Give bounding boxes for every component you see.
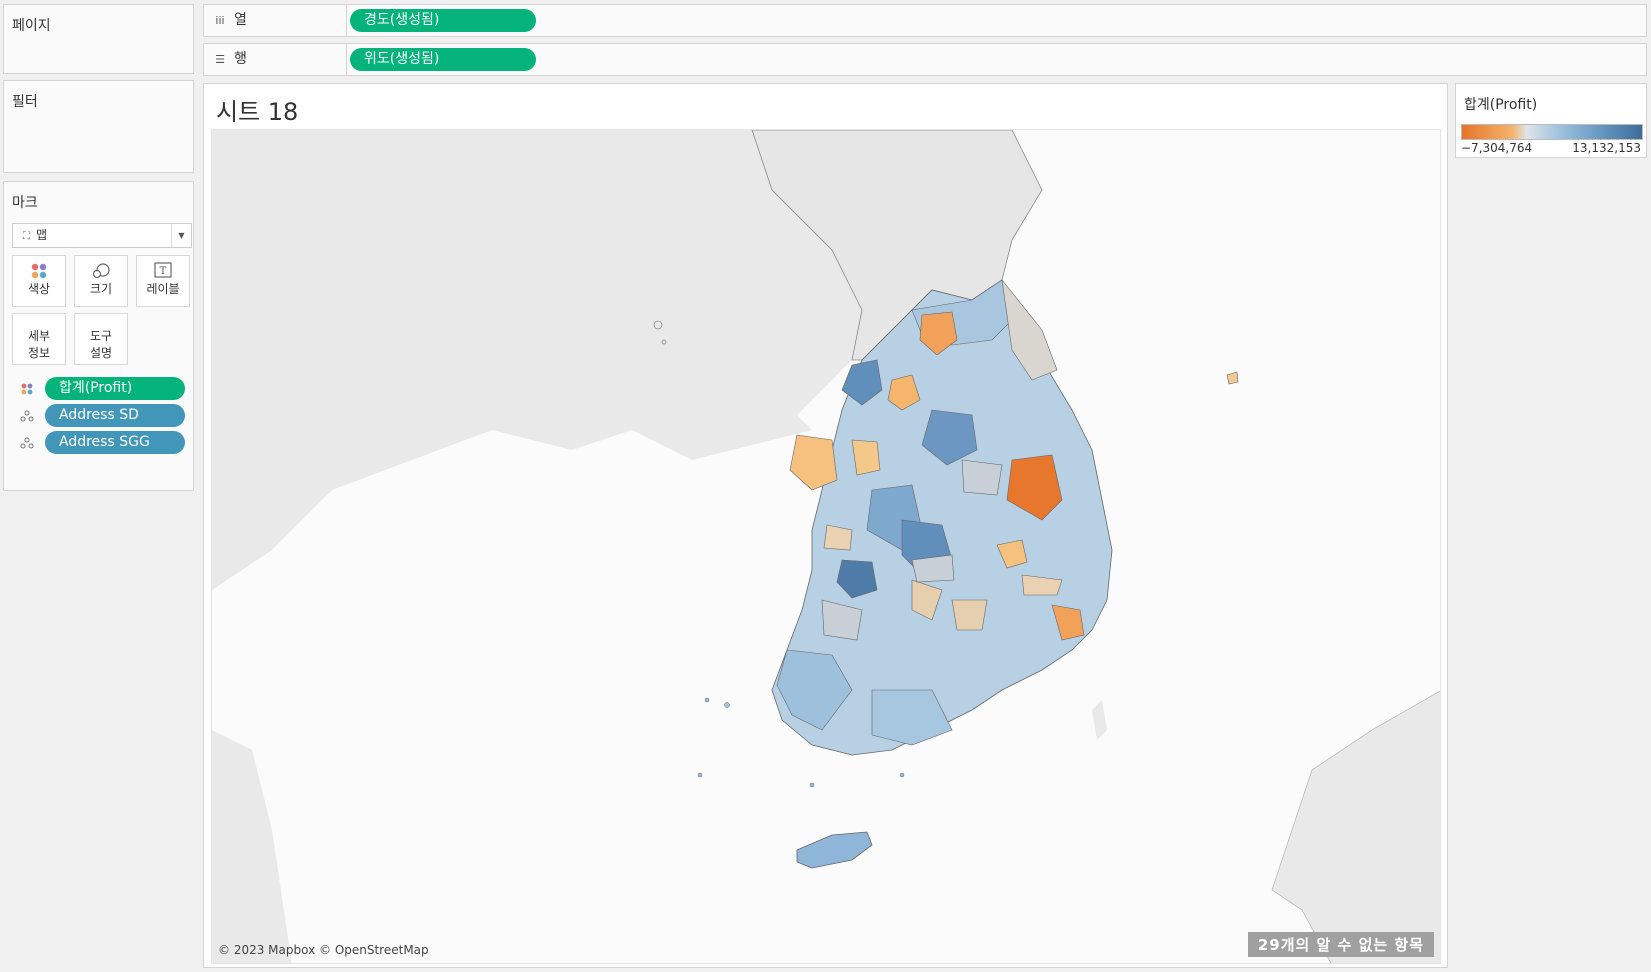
color-button[interactable]: 색상 [12, 255, 66, 307]
detail-button-label-1: 세부 [27, 329, 51, 343]
field-pill-profit[interactable]: 합계(Profit) [45, 377, 185, 400]
detail-dots-icon [20, 437, 34, 449]
unknown-items-indicator[interactable]: 29개의 알 수 없는 항목 [1247, 932, 1434, 957]
map-canvas[interactable]: © 2023 Mapbox © OpenStreetMap 29개의 알 수 없… [211, 129, 1441, 964]
label-button-label: 레이블 [146, 282, 180, 296]
legend-color-ramp [1461, 124, 1643, 140]
detail-button[interactable]: 세부 정보 [12, 313, 66, 365]
filters-card-title: 필터 [12, 94, 38, 110]
columns-shelf[interactable]: iii 열 경도(생성됨) [203, 4, 1647, 37]
marks-card: 마크 ⛶ 맵 ▼ 색상 크기 T 레이블 세부 정보 도구 설명 합계(Profi… [3, 181, 194, 491]
south-island-3 [899, 772, 905, 778]
text-label-icon: T [137, 256, 189, 280]
field-pill-address-sgg[interactable]: Address SGG [45, 431, 185, 454]
columns-icon: iii [215, 14, 225, 27]
columns-pill-longitude[interactable]: 경도(생성됨) [350, 9, 536, 32]
size-button-label: 크기 [89, 282, 113, 296]
mark-type-dropdown[interactable]: ⛶ 맵 ▼ [12, 223, 192, 248]
west-island-2 [661, 339, 667, 345]
south-island-4 [724, 702, 730, 708]
columns-label-text: 열 [234, 12, 247, 28]
legend-title: 합계(Profit) [1464, 97, 1538, 113]
columns-shelf-label: iii 열 [204, 5, 347, 36]
south-island-2 [809, 782, 815, 788]
chevron-down-icon[interactable]: ▼ [171, 224, 191, 247]
pages-card-title: 페이지 [12, 18, 51, 34]
tooltip-button-label-2: 설명 [89, 346, 113, 360]
svg-text:T: T [160, 266, 167, 277]
field-pill-address-sd[interactable]: Address SD [45, 404, 185, 427]
region-gray-1 [961, 459, 1003, 496]
region-chungnam-center [851, 439, 881, 476]
size-circles-icon [75, 256, 127, 280]
tsushima-island [1092, 700, 1107, 740]
label-button[interactable]: T 레이블 [136, 255, 190, 307]
map-mark-icon: ⛶ [23, 231, 30, 242]
china-landmass [212, 130, 862, 590]
china-landmass-south [212, 730, 292, 963]
region-south-beige-2 [951, 599, 988, 631]
region-chungnam-west [789, 434, 838, 491]
rows-shelf[interactable]: ☰ 행 위도(생성됨) [203, 43, 1647, 76]
japan-landmass [1271, 690, 1440, 963]
marks-card-title: 마크 [12, 195, 38, 211]
jeju-island [796, 831, 873, 869]
filters-card[interactable]: 필터 [3, 80, 194, 173]
tooltip-button-label-1: 도구 [89, 329, 113, 343]
map-svg [212, 130, 1440, 963]
map-attribution[interactable]: © 2023 Mapbox © OpenStreetMap [218, 943, 429, 957]
pages-card[interactable]: 페이지 [3, 4, 194, 74]
mark-type-value: 맵 [36, 228, 48, 242]
region-gray-2 [911, 554, 955, 583]
worksheet-view: 시트 18 © 2023 Mapbox © OpenStreetMap 29개의… [203, 83, 1448, 968]
color-button-label: 색상 [27, 282, 51, 296]
size-button[interactable]: 크기 [74, 255, 128, 307]
rows-icon: ☰ [215, 53, 225, 66]
color-dots-icon [13, 256, 65, 280]
tooltip-button[interactable]: 도구 설명 [74, 313, 128, 365]
detail-button-label-2: 정보 [27, 346, 51, 360]
detail-dots-icon [20, 410, 34, 422]
south-island-5 [704, 697, 710, 703]
south-island-1 [697, 772, 703, 778]
rows-label-text: 행 [234, 51, 247, 67]
color-legend[interactable]: 합계(Profit) −7,304,764 13,132,153 [1455, 83, 1647, 158]
legend-max-value: 13,132,153 [1572, 141, 1641, 155]
sheet-title: 시트 18 [216, 98, 299, 126]
rows-shelf-label: ☰ 행 [204, 44, 347, 75]
legend-min-value: −7,304,764 [1461, 141, 1533, 155]
rows-pill-latitude[interactable]: 위도(생성됨) [350, 48, 536, 71]
color-dots-icon [20, 383, 34, 395]
ulleung-island [1226, 371, 1239, 385]
west-island-1 [653, 320, 663, 330]
